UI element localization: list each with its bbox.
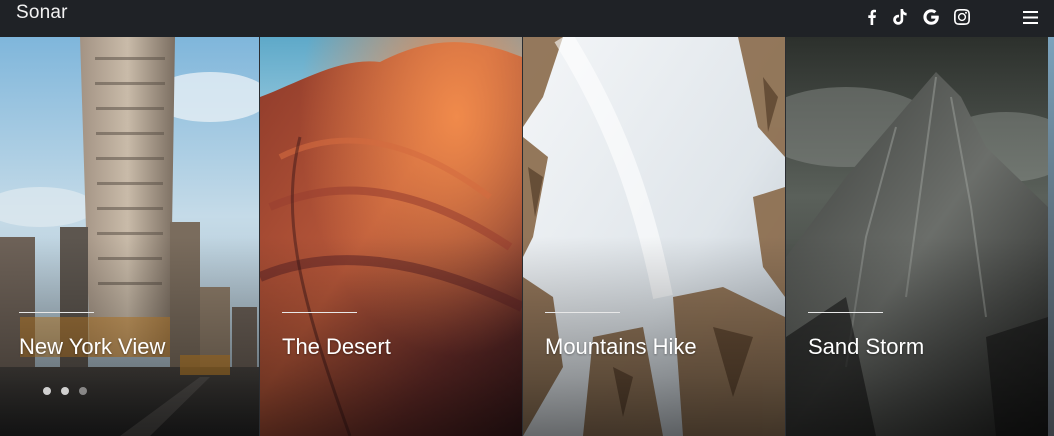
gallery-card[interactable]: The Desert — [260, 37, 522, 436]
title-divider — [545, 312, 620, 313]
pagination-dot[interactable] — [43, 387, 51, 395]
card-title: Mountains Hike — [545, 334, 697, 359]
google-icon[interactable] — [923, 7, 939, 27]
instagram-icon[interactable] — [954, 7, 970, 27]
gallery-card[interactable]: Mountains Hike — [523, 37, 785, 436]
hamburger-menu-icon[interactable] — [1020, 7, 1040, 27]
card-title: The Desert — [282, 334, 391, 359]
title-divider — [19, 312, 94, 313]
gallery-card[interactable]: New York View — [0, 37, 259, 436]
title-divider — [808, 312, 883, 313]
carousel-pagination — [43, 387, 87, 395]
next-card-peek — [1048, 37, 1054, 436]
card-title: Sand Storm — [808, 334, 925, 359]
top-navbar: Sonar — [0, 0, 1054, 37]
tiktok-icon[interactable] — [892, 7, 908, 27]
pagination-dot[interactable] — [61, 387, 69, 395]
card-title: New York View — [19, 334, 166, 359]
title-divider — [282, 312, 357, 313]
gallery-card[interactable]: Sand Storm — [786, 37, 1048, 436]
pagination-dot[interactable] — [79, 387, 87, 395]
brand-logo[interactable]: Sonar — [16, 2, 68, 24]
image-gallery: New York View The Desert Mountains Hike … — [0, 37, 1054, 436]
facebook-icon[interactable] — [864, 7, 880, 27]
